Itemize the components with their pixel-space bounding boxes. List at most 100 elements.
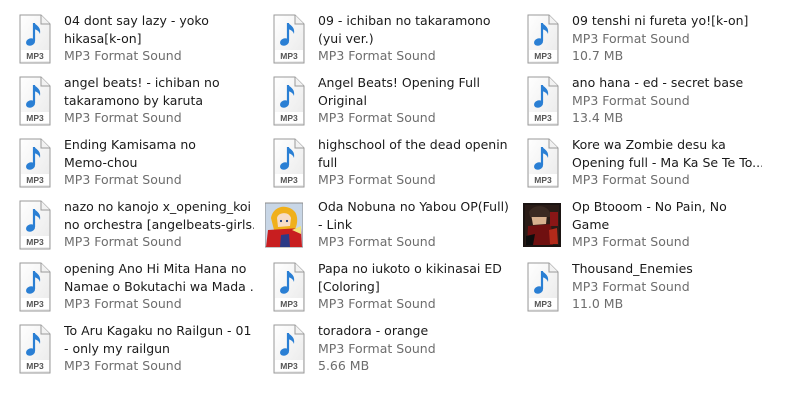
file-item[interactable]: MP3 Ending Kamisama no Memo-chou MP3 Forma… [0, 136, 250, 190]
file-size: 11.0 MB [572, 296, 624, 311]
mp3-file-icon: MP3 [270, 76, 308, 126]
mp3-file-icon: MP3 [270, 262, 308, 312]
file-type: MP3 Format Sound [318, 110, 436, 125]
mp3-icon-label: MP3 [26, 237, 44, 247]
file-item[interactable]: MP3 Papa no iukoto o kikinasai ED [Colori… [254, 260, 504, 314]
file-item[interactable]: MP3 Kore wa Zombie desu ka Opening full -… [508, 136, 762, 190]
file-info: Kore wa Zombie desu ka Opening full - Ma … [572, 136, 762, 189]
file-type: MP3 Format Sound [64, 296, 182, 311]
file-item[interactable]: MP3 ano hana - ed - secret base MP3 Forma… [508, 74, 758, 128]
file-name: Thousand_Enemies [572, 261, 693, 276]
mp3-icon-label: MP3 [280, 175, 298, 185]
file-info: Ending Kamisama no Memo-chou MP3 Format So… [64, 136, 254, 189]
file-name: toradora - orange [318, 323, 429, 338]
file-grid: MP3 04 dont say lazy - yoko hikasa[k-on] M… [0, 0, 811, 420]
file-item[interactable]: MP3 09 tenshi ni fureta yo![k-on] MP3 For… [508, 12, 758, 66]
mp3-icon-label: MP3 [280, 299, 298, 309]
file-name: Angel Beats! Opening Full [318, 75, 480, 90]
file-info: Op Btooom - No Pain, No Game MP3 Format So… [572, 198, 762, 251]
file-info: 09 - ichiban no takaramono (yui ver.) MP3 … [318, 12, 508, 65]
file-name: ano hana - ed - secret base [572, 75, 744, 90]
mp3-icon-label: MP3 [26, 175, 44, 185]
album-art-thumbnail [523, 200, 561, 250]
file-info: Thousand_Enemies MP3 Format Sound 11.0 MB [572, 260, 762, 313]
file-item[interactable]: MP3 Thousand_Enemies MP3 Format Sound 11.0… [508, 260, 758, 314]
mp3-file-icon: MP3 [16, 200, 54, 250]
file-item[interactable]: Oda Nobuna no Yabou OP(Full) - Link MP3 Fo… [254, 198, 508, 252]
file-size: 10.7 MB [572, 48, 624, 63]
file-name-line-2: Memo-chou [64, 154, 138, 170]
file-info: nazo no kanojo x_opening_koi no orchestra… [64, 198, 254, 251]
file-name: highschool of the dead opening [318, 137, 508, 152]
file-size: 5.66 MB [318, 358, 370, 373]
file-info: 04 dont say lazy - yoko hikasa[k-on] MP3 F… [64, 12, 254, 65]
file-item[interactable]: MP3 opening Ano Hi Mita Hana no Namae o B… [0, 260, 254, 314]
mp3-file-icon: MP3 [270, 324, 308, 374]
file-type: MP3 Format Sound [318, 234, 436, 249]
mp3-file-icon: MP3 [524, 76, 562, 126]
file-type: MP3 Format Sound [318, 296, 436, 311]
file-info: Oda Nobuna no Yabou OP(Full) - Link MP3 Fo… [318, 198, 508, 251]
mp3-icon-label: MP3 [534, 113, 552, 123]
file-item[interactable]: MP3 To Aru Kagaku no Railgun - 01 - only … [0, 322, 251, 376]
file-item[interactable]: MP3 angel beats! - ichiban no takaramono … [0, 74, 250, 128]
file-item[interactable]: MP3 04 dont say lazy - yoko hikasa[k-on] M… [0, 12, 250, 66]
file-info: ano hana - ed - secret base MP3 Format So… [572, 74, 762, 127]
file-name-line-2: (yui ver.) [318, 30, 374, 46]
file-name: Kore wa Zombie desu ka [572, 137, 726, 152]
file-type: MP3 Format Sound [572, 30, 690, 46]
file-item[interactable]: MP3 Angel Beats! Opening Full Original MP3… [254, 74, 504, 128]
file-name: nazo no kanojo x_opening_koi [64, 199, 251, 214]
file-name-line-2: Opening full - Ma Ka Se Te To... [572, 154, 762, 170]
file-name: 09 - ichiban no takaramono [318, 13, 491, 28]
mp3-icon-label: MP3 [534, 51, 552, 61]
mp3-icon-label: MP3 [26, 113, 44, 123]
file-name: Ending Kamisama no [64, 137, 196, 152]
mp3-icon-label: MP3 [280, 51, 298, 61]
file-type: MP3 Format Sound [64, 358, 182, 373]
file-type: MP3 Format Sound [572, 92, 690, 108]
mp3-icon-label: MP3 [280, 361, 298, 371]
file-info: toradora - orange MP3 Format Sound 5.66 MB [318, 322, 508, 375]
mp3-file-icon: MP3 [16, 324, 54, 374]
file-name: opening Ano Hi Mita Hana no [64, 261, 247, 276]
file-item[interactable]: MP3 toradora - orange MP3 Format Sound 5.6… [254, 322, 504, 376]
file-name-line-2: Game [572, 216, 610, 232]
file-info: Papa no iukoto o kikinasai ED [Coloring] M… [318, 260, 508, 313]
file-size: 13.4 MB [572, 110, 624, 125]
file-type: MP3 Format Sound [318, 48, 436, 63]
file-item[interactable]: MP3 highschool of the dead opening full MP… [254, 136, 508, 190]
file-name-line-2: - only my railgun [64, 340, 170, 356]
file-type: MP3 Format Sound [64, 234, 182, 249]
mp3-icon-label: MP3 [534, 175, 552, 185]
file-item[interactable]: Op Btooom - No Pain, No Game MP3 Format So… [508, 198, 758, 252]
mp3-icon-label: MP3 [26, 51, 44, 61]
file-info: To Aru Kagaku no Railgun - 01 - only my r… [64, 322, 254, 375]
file-type: MP3 Format Sound [64, 172, 182, 187]
file-name-line-2: Namae o Bokutachi wa Mada ... [64, 278, 254, 294]
mp3-icon-label: MP3 [534, 299, 552, 309]
mp3-file-icon: MP3 [16, 76, 54, 126]
file-name: angel beats! - ichiban no [64, 75, 220, 90]
file-type: MP3 Format Sound [572, 278, 690, 294]
mp3-file-icon: MP3 [524, 14, 562, 64]
file-item[interactable]: MP3 nazo no kanojo x_opening_koi no orche… [0, 198, 254, 252]
file-name-line-2: takaramono by karuta [64, 92, 204, 108]
album-art-thumbnail [265, 200, 303, 250]
mp3-file-icon: MP3 [524, 138, 562, 188]
file-name-line-2: [Coloring] [318, 278, 380, 294]
mp3-icon-label: MP3 [26, 299, 44, 309]
file-name: Oda Nobuna no Yabou OP(Full) [318, 199, 508, 214]
file-type: MP3 Format Sound [64, 110, 182, 125]
file-name-line-2: Original [318, 92, 367, 108]
file-info: angel beats! - ichiban no takaramono by k… [64, 74, 254, 127]
file-item[interactable]: MP3 09 - ichiban no takaramono (yui ver.)… [254, 12, 504, 66]
mp3-file-icon: MP3 [524, 262, 562, 312]
file-info: Angel Beats! Opening Full Original MP3 For… [318, 74, 508, 127]
mp3-file-icon: MP3 [16, 262, 54, 312]
mp3-file-icon: MP3 [16, 14, 54, 64]
file-name: Op Btooom - No Pain, No [572, 199, 727, 214]
mp3-file-icon: MP3 [16, 138, 54, 188]
file-type: MP3 Format Sound [318, 340, 436, 356]
file-info: 09 tenshi ni fureta yo![k-on] MP3 Format … [572, 12, 762, 65]
